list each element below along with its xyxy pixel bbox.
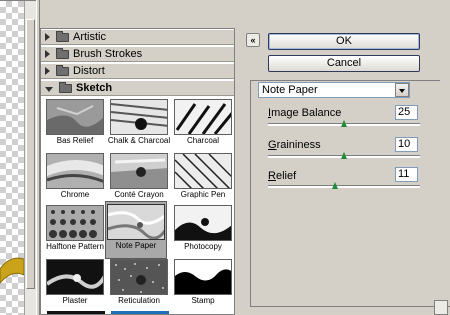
category-label: Artistic bbox=[73, 31, 106, 43]
filter-thumb-note-paper[interactable]: Note Paper bbox=[105, 201, 167, 259]
expand-triangle-icon bbox=[45, 33, 50, 41]
category-label: Sketch bbox=[76, 82, 113, 94]
thumbnail-image bbox=[110, 259, 168, 295]
preview-scroll-thumb[interactable] bbox=[26, 19, 35, 289]
folder-open-icon bbox=[59, 81, 72, 93]
settings-scroll-button[interactable] bbox=[434, 300, 448, 315]
filter-thumb-chrome[interactable]: Chrome bbox=[43, 151, 107, 207]
slider-thumb[interactable] bbox=[341, 152, 348, 160]
bottom-panel-edge bbox=[250, 306, 450, 315]
slider-thumb[interactable] bbox=[341, 120, 348, 128]
filter-thumb-conte-crayon[interactable]: Conté Crayon bbox=[107, 151, 171, 207]
graininess-input[interactable]: 10 bbox=[395, 137, 418, 152]
thumbnail-image bbox=[174, 99, 232, 135]
folder-icon bbox=[56, 47, 69, 59]
ok-button[interactable]: OK bbox=[268, 33, 420, 50]
cancel-button[interactable]: Cancel bbox=[268, 55, 420, 72]
thumbnail-image bbox=[174, 153, 232, 189]
image-balance-slider[interactable] bbox=[268, 120, 420, 128]
category-sketch[interactable]: Sketch bbox=[41, 80, 234, 96]
folder-icon bbox=[56, 64, 69, 76]
filter-thumb-charcoal[interactable]: Charcoal bbox=[171, 97, 234, 153]
filter-thumb-plaster[interactable]: Plaster bbox=[43, 257, 107, 313]
category-distort[interactable]: Distort bbox=[41, 63, 234, 79]
thumbnail-image bbox=[107, 204, 165, 240]
category-label: Brush Strokes bbox=[73, 48, 143, 60]
thumbnail-image bbox=[46, 99, 104, 135]
filter-thumb-partial[interactable] bbox=[47, 311, 105, 314]
relief-label: Relief bbox=[268, 170, 297, 182]
expand-triangle-icon bbox=[45, 50, 50, 58]
thumbnail-image bbox=[46, 205, 104, 241]
slider-thumb[interactable] bbox=[331, 182, 339, 190]
thumbnail-image bbox=[46, 153, 104, 189]
filter-select[interactable]: Note Paper bbox=[258, 82, 410, 98]
expand-triangle-icon bbox=[45, 67, 50, 75]
thumbnail-image bbox=[174, 259, 232, 295]
collapse-triangle-icon bbox=[45, 86, 53, 92]
filter-thumb-reticulation[interactable]: Reticulation bbox=[107, 257, 171, 313]
thumbnail-image bbox=[110, 153, 168, 189]
graininess-slider[interactable] bbox=[268, 152, 420, 160]
collapse-gallery-button[interactable]: « bbox=[246, 33, 260, 47]
thumbnail-image bbox=[174, 205, 232, 241]
preview-artwork bbox=[0, 257, 24, 284]
category-artistic[interactable]: Artistic bbox=[41, 29, 234, 45]
image-balance-input[interactable]: 25 bbox=[395, 105, 418, 120]
filter-thumb-chalk-charcoal[interactable]: Chalk & Charcoal bbox=[107, 97, 171, 153]
relief-input[interactable]: 11 bbox=[395, 167, 418, 182]
filter-thumb-graphic-pen[interactable]: Graphic Pen bbox=[171, 151, 234, 207]
image-balance-label: Image Balance bbox=[268, 107, 342, 119]
folder-icon bbox=[56, 30, 69, 42]
filter-thumb-partial[interactable] bbox=[111, 311, 169, 314]
category-brush-strokes[interactable]: Brush Strokes bbox=[41, 46, 234, 62]
preview-vertical-scrollbar[interactable] bbox=[24, 1, 36, 315]
filter-thumb-halftone-pattern[interactable]: Halftone Pattern bbox=[43, 203, 107, 259]
filter-gallery: Artistic Brush Strokes Distort Sketch Ba… bbox=[40, 28, 235, 315]
filter-thumb-bas-relief[interactable]: Bas Relief bbox=[43, 97, 107, 153]
thumbnail-image bbox=[110, 99, 168, 135]
chevron-down-icon[interactable] bbox=[395, 83, 409, 97]
graininess-label: Graininess bbox=[268, 139, 321, 151]
relief-slider[interactable] bbox=[268, 182, 420, 190]
thumbnail-image bbox=[46, 259, 104, 295]
category-label: Distort bbox=[73, 65, 105, 77]
image-preview-canvas[interactable] bbox=[0, 0, 36, 315]
filter-thumb-photocopy[interactable]: Photocopy bbox=[171, 203, 234, 259]
filter-thumb-stamp[interactable]: Stamp bbox=[171, 257, 234, 313]
